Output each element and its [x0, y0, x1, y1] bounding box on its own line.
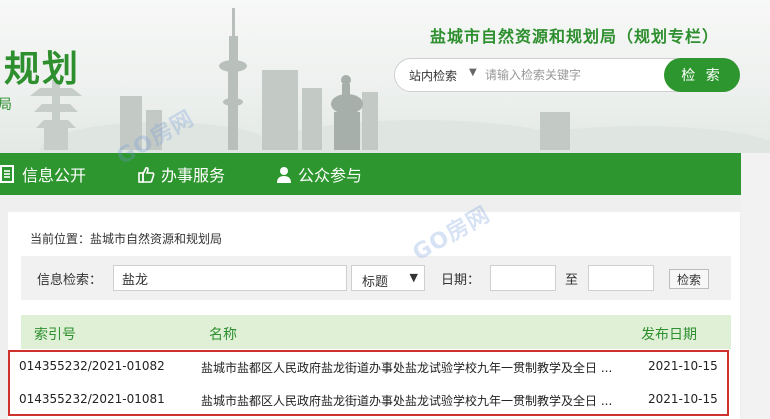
date-separator: 至 [565, 273, 579, 288]
site-search-box: 站内检索 ▼ 检 索 [394, 58, 740, 92]
filter-search-button[interactable]: 检索 [669, 269, 709, 289]
table-header: 索引号 名称 发布日期 [21, 315, 731, 349]
site-logo-text: 规划 [4, 49, 81, 90]
nav-item-label: 信息公开 [22, 166, 87, 185]
date-start-input[interactable] [490, 265, 556, 291]
document-icon [0, 165, 14, 183]
search-scope-select[interactable]: 站内检索 [409, 67, 457, 84]
field-select-value: 标题 [362, 275, 389, 290]
column-header-index: 索引号 [34, 327, 76, 343]
column-header-date: 发布日期 [641, 327, 697, 343]
nav-item-label: 办事服务 [161, 166, 226, 185]
info-search-label: 信息检索： [37, 273, 103, 288]
user-icon [277, 166, 291, 183]
highlight-box [8, 350, 729, 416]
column-header-name: 名称 [209, 327, 237, 343]
thumbs-up-icon [138, 166, 155, 183]
chevron-down-icon[interactable]: ▼ [469, 67, 477, 78]
breadcrumb: 当前位置：盐城市自然资源和规划局 [30, 232, 223, 246]
field-select[interactable]: 标题 ▼ [351, 265, 425, 291]
nav-item-public-participation[interactable]: 公众参与 [276, 153, 362, 195]
nav-item-services[interactable]: 办事服务 [138, 153, 225, 195]
main-nav: 信息公开 办事服务 公众参与 [0, 153, 741, 195]
nav-item-info-disclosure[interactable]: 信息公开 [0, 153, 86, 195]
info-search-bar: 信息检索： 标题 ▼ 日期： 至 检索 [21, 256, 731, 300]
site-search-input[interactable] [485, 65, 657, 85]
site-search-button[interactable]: 检 索 [664, 58, 740, 92]
nav-item-label: 公众参与 [298, 166, 363, 185]
header-banner: 规划 局 盐城市自然资源和规划局（规划专栏） 站内检索 ▼ 检 索 [0, 0, 770, 153]
chevron-down-icon: ▼ [409, 271, 418, 284]
page-gutter [741, 153, 770, 419]
keyword-input[interactable] [113, 265, 347, 291]
site-title: 盐城市自然资源和规划局（规划专栏） [430, 27, 720, 46]
date-label: 日期： [441, 273, 481, 288]
site-logo-subtext: 局 [0, 97, 12, 113]
date-end-input[interactable] [588, 265, 654, 291]
